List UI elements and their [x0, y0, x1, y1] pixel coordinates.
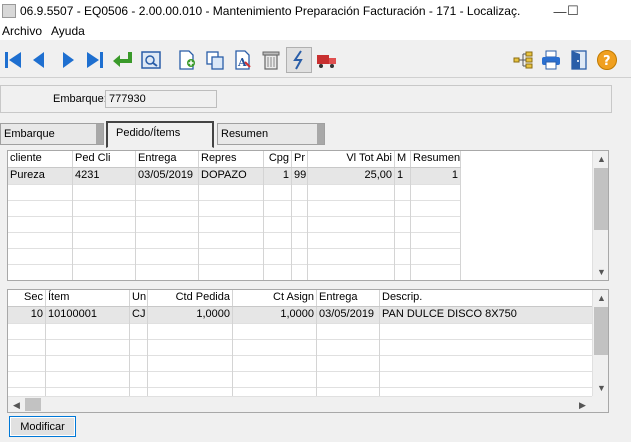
table-cell[interactable]: 1: [264, 168, 292, 184]
embarque-panel: Embarque: 777930: [0, 85, 612, 113]
window-title: 06.9.5507 - EQ0506 - 2.00.00.010 - Mante…: [20, 4, 520, 18]
process-icon: [293, 50, 303, 70]
maximize-button[interactable]: ☐: [553, 0, 593, 22]
table-cell[interactable]: 4231: [73, 168, 136, 184]
first-icon: [5, 52, 21, 68]
scroll-thumb[interactable]: [594, 168, 608, 230]
zoom-icon: [141, 51, 161, 69]
scroll-down-icon[interactable]: ▼: [593, 380, 608, 396]
col-ct-asign[interactable]: Ct Asign: [233, 290, 317, 306]
menu-bar: Archivo Ayuda: [0, 22, 631, 40]
new-icon: [179, 50, 195, 70]
last-record-button[interactable]: [82, 47, 108, 73]
menu-ayuda[interactable]: Ayuda: [49, 24, 90, 38]
table-cell[interactable]: 10: [8, 307, 46, 323]
menu-archivo[interactable]: Archivo: [0, 24, 47, 38]
col-pr[interactable]: Pr: [292, 151, 308, 167]
print-button[interactable]: [538, 47, 564, 73]
zoom-button[interactable]: [138, 47, 164, 73]
col-resumen[interactable]: Resumen: [411, 151, 461, 167]
table-cell[interactable]: 1,0000: [233, 307, 317, 323]
col-vl-tot-abi[interactable]: Vl Tot Abi: [308, 151, 395, 167]
new-button[interactable]: [174, 47, 200, 73]
delete-icon: [262, 51, 280, 70]
col-un[interactable]: Un: [130, 290, 148, 306]
modificar-button[interactable]: Modificar: [9, 416, 76, 437]
help-icon: ?: [597, 50, 617, 70]
tab-embarque-label: Embarque: [4, 128, 55, 140]
col-entrega[interactable]: Entrega: [317, 290, 380, 306]
scroll-up-icon[interactable]: ▲: [593, 290, 608, 306]
scroll-thumb[interactable]: [594, 307, 608, 355]
goto-icon: [113, 52, 132, 67]
embarque-field: 777930: [105, 90, 217, 108]
truck-icon: [317, 55, 336, 68]
scroll-left-icon[interactable]: ◀: [8, 397, 25, 412]
col-item[interactable]: Ítem: [46, 290, 130, 306]
svg-text:?: ?: [603, 54, 611, 69]
col-entrega[interactable]: Entrega: [136, 151, 199, 167]
col-ctd-pedida[interactable]: Ctd Pedida: [148, 290, 233, 306]
table-cell[interactable]: Pureza: [8, 168, 73, 184]
tab-resumen-label: Resumen: [221, 128, 269, 140]
col-repres[interactable]: Repres: [199, 151, 264, 167]
exit-button[interactable]: [566, 47, 592, 73]
col-cpg[interactable]: Cpg: [264, 151, 292, 167]
vertical-scrollbar[interactable]: ▲ ▼: [592, 290, 608, 396]
table-cell[interactable]: DOPAZO: [199, 168, 264, 184]
embarque-label: Embarque:: [53, 93, 107, 105]
exit-icon: [571, 50, 587, 70]
col-descrip[interactable]: Descrip.: [380, 290, 593, 306]
col-ped-cli[interactable]: Ped Cli: [73, 151, 136, 167]
edit-icon: A: [235, 50, 251, 70]
next-icon: [63, 52, 74, 68]
first-record-button[interactable]: [0, 47, 26, 73]
app-icon: [2, 4, 16, 18]
tree-icon: [513, 51, 533, 69]
delete-button[interactable]: [258, 47, 284, 73]
table-cell[interactable]: 1: [395, 168, 411, 184]
help-button[interactable]: ?: [594, 47, 620, 73]
print-icon: [542, 50, 560, 70]
process-button[interactable]: [286, 47, 312, 73]
table-cell[interactable]: 03/05/2019: [136, 168, 199, 184]
next-record-button[interactable]: [55, 47, 81, 73]
copy-button[interactable]: [202, 47, 228, 73]
table-cell[interactable]: 25,00: [308, 168, 395, 184]
tab-pedido-items-label: Pedido/Ítems: [116, 127, 181, 139]
tree-button[interactable]: [510, 47, 536, 73]
table-cell[interactable]: 10100001: [46, 307, 130, 323]
previous-icon: [33, 52, 44, 68]
tab-embarque[interactable]: Embarque: [0, 123, 104, 145]
copy-icon: [206, 51, 224, 70]
table-cell[interactable]: 99: [292, 168, 308, 184]
table-cell[interactable]: 03/05/2019: [317, 307, 380, 323]
title-bar: 06.9.5507 - EQ0506 - 2.00.00.010 - Mante…: [0, 0, 631, 22]
scroll-down-icon[interactable]: ▼: [593, 264, 608, 280]
scroll-up-icon[interactable]: ▲: [593, 151, 608, 167]
col-cliente[interactable]: cliente: [8, 151, 73, 167]
vertical-scrollbar[interactable]: ▲ ▼: [592, 151, 608, 280]
tab-pedido-items[interactable]: Pedido/Ítems: [106, 121, 214, 148]
horizontal-scrollbar[interactable]: ◀ ▶: [8, 396, 592, 412]
previous-record-button[interactable]: [26, 47, 52, 73]
table-cell[interactable]: 1,0000: [148, 307, 233, 323]
table-cell[interactable]: CJ: [130, 307, 148, 323]
col-m[interactable]: M: [395, 151, 411, 167]
tab-resumen[interactable]: Resumen: [217, 123, 325, 145]
table-cell[interactable]: 1: [411, 168, 461, 184]
goto-button[interactable]: [110, 47, 136, 73]
col-sec[interactable]: Sec: [8, 290, 46, 306]
edit-button[interactable]: A: [230, 47, 256, 73]
pedidos-grid[interactable]: cliente Ped Cli Entrega Repres Cpg Pr Vl…: [7, 150, 609, 281]
toolbar: A ?: [0, 42, 631, 78]
items-grid[interactable]: Sec Ítem Un Ctd Pedida Ct Asign Entrega …: [7, 289, 609, 413]
last-icon: [87, 52, 103, 68]
shipment-button[interactable]: [314, 47, 340, 73]
scroll-thumb[interactable]: [25, 398, 41, 411]
scroll-right-icon[interactable]: ▶: [574, 397, 591, 412]
table-cell[interactable]: PAN DULCE DISCO 8X750: [380, 307, 593, 323]
